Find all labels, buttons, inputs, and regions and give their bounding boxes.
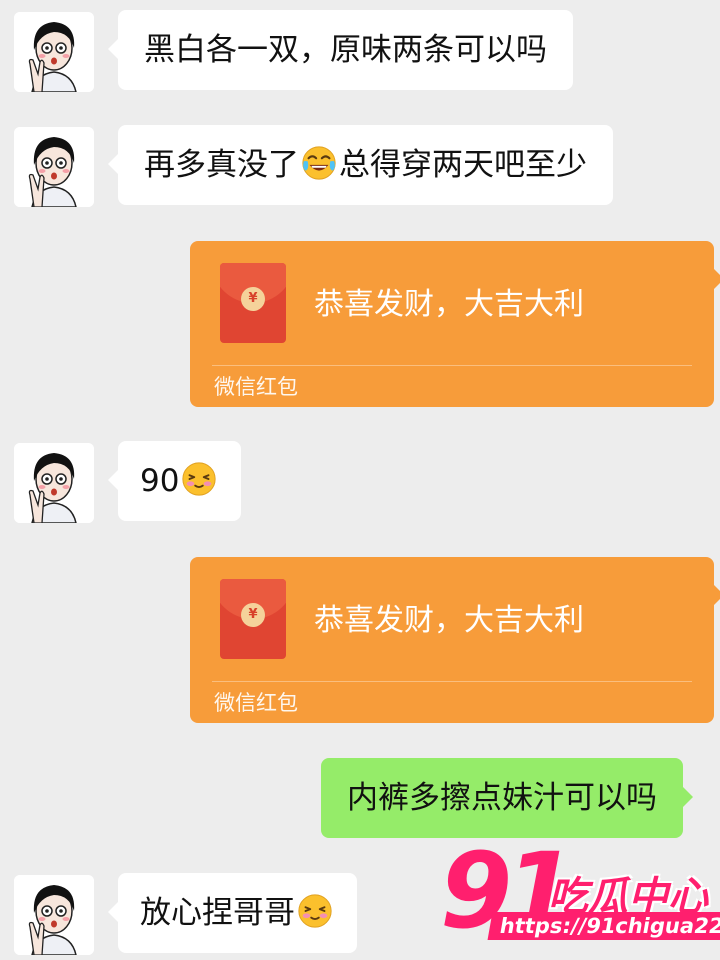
red-packet-card[interactable]: ¥ 恭喜发财，大吉大利 微信红包 — [190, 241, 720, 407]
message-text: 黑白各一双，原味两条可以吗 — [144, 32, 547, 68]
tears-of-joy-emoji-icon — [300, 144, 338, 182]
watermark-url: https://91chigua22.com — [487, 912, 720, 940]
red-packet-brand: 微信红包 — [214, 691, 298, 715]
red-packet-card[interactable]: ¥ 恭喜发财，大吉大利 微信红包 — [190, 557, 720, 723]
divider — [212, 365, 692, 366]
contact-avatar[interactable] — [14, 12, 94, 92]
message-text: 再多真没了 — [144, 147, 299, 183]
divider — [212, 681, 692, 682]
red-envelope-icon: ¥ — [220, 579, 286, 659]
red-packet-title: 恭喜发财，大吉大利 — [314, 287, 584, 322]
message-text: 90 — [140, 463, 180, 499]
contact-avatar[interactable] — [14, 443, 94, 523]
message-text-continued: 总得穿两天吧至少 — [339, 147, 587, 183]
contact-avatar[interactable] — [14, 127, 94, 207]
girl-avatar-icon — [14, 443, 94, 523]
incoming-message-bubble[interactable]: 黑白各一双，原味两条可以吗 — [108, 10, 573, 90]
contact-avatar[interactable] — [14, 875, 94, 955]
red-envelope-icon: ¥ — [220, 263, 286, 343]
incoming-message-bubble[interactable]: 放心捏哥哥 — [108, 873, 357, 953]
shy-smile-emoji-icon — [296, 892, 334, 930]
red-packet-title: 恭喜发财，大吉大利 — [314, 603, 584, 638]
red-packet-brand: 微信红包 — [214, 375, 298, 399]
incoming-message-bubble[interactable]: 90 — [107, 441, 242, 521]
shy-smile-emoji-icon — [180, 460, 218, 498]
girl-avatar-icon — [14, 12, 94, 92]
outgoing-message-bubble[interactable]: 内裤多擦点妹汁可以吗 — [321, 758, 693, 838]
site-watermark: 91 吃瓜中心 https://91chigua22.com — [436, 830, 720, 960]
message-text: 内裤多擦点妹汁可以吗 — [347, 780, 657, 816]
girl-avatar-icon — [14, 127, 94, 207]
message-text: 放心捏哥哥 — [140, 895, 295, 931]
incoming-message-bubble[interactable]: 再多真没了 总得穿两天吧至少 — [108, 125, 613, 205]
girl-avatar-icon — [14, 875, 94, 955]
